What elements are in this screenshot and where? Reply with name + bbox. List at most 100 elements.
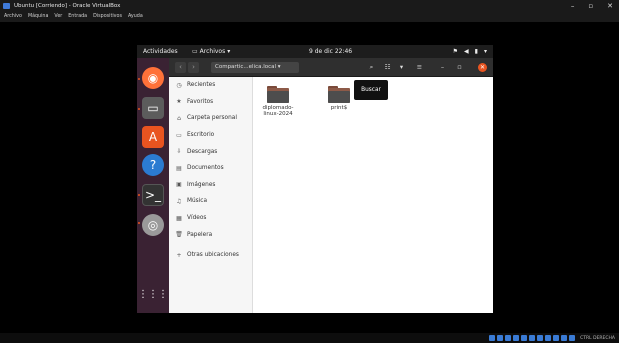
files-icon[interactable]: ▭ <box>142 97 164 119</box>
running-indicator <box>138 194 140 196</box>
download-icon: ⇩ <box>176 148 182 156</box>
sidebar-item-label: Favoritos <box>187 98 214 105</box>
sidebar-item-label: Música <box>187 198 208 205</box>
home-icon: ⌂ <box>177 114 181 122</box>
files-headerbar: ‹ › Compartic...elica.local ▾ ⌕ ☷ ▾ ≡ – … <box>169 58 493 77</box>
folder-icon <box>267 86 289 103</box>
running-indicator <box>138 78 140 80</box>
network-icon: ⚑ <box>452 48 459 55</box>
path-label: Compartic...elica.local <box>215 64 277 70</box>
sidebar-item-imagenes[interactable]: ▣ Imágenes <box>169 177 252 194</box>
places-sidebar: ◷ Recientes ★ Favoritos ⌂ Carpeta person… <box>169 77 253 313</box>
minimize-icon[interactable]: – <box>436 62 449 73</box>
usb-icon[interactable] <box>521 335 528 341</box>
sidebar-item-recientes[interactable]: ◷ Recientes <box>169 77 252 94</box>
sidebar-item-label: Vídeos <box>187 215 207 222</box>
star-icon: ★ <box>176 98 182 106</box>
help-icon[interactable]: ? <box>142 154 164 176</box>
maximize-icon[interactable]: ▫ <box>588 0 593 12</box>
show-apps-icon[interactable]: ⋮⋮⋮ <box>138 283 168 305</box>
menu-ver[interactable]: Ver <box>54 12 62 22</box>
view-toggle-icon[interactable]: ☷ <box>381 62 394 73</box>
close-icon[interactable]: ✕ <box>478 63 487 72</box>
sidebar-item-label: Imágenes <box>187 181 216 188</box>
dock: ◉ ▭ A ? >_ ◎ ⋮⋮⋮ <box>137 58 169 313</box>
plus-icon: + <box>176 251 182 259</box>
chevron-down-icon: ▾ <box>483 48 487 55</box>
search-tooltip: Buscar <box>354 80 388 100</box>
network-icon[interactable] <box>513 335 520 341</box>
file-view[interactable]: diplomado- linux-2024 print$ <box>253 77 493 313</box>
sidebar-item-favoritos[interactable]: ★ Favoritos <box>169 94 252 111</box>
firefox-icon[interactable]: ◉ <box>142 67 164 89</box>
recording-icon[interactable] <box>545 335 552 341</box>
keyboard-icon[interactable] <box>569 335 576 341</box>
mouse-integration-icon[interactable] <box>561 335 568 341</box>
maximize-icon[interactable]: ▫ <box>453 62 466 73</box>
search-icon[interactable]: ⌕ <box>365 62 378 73</box>
shared-folders-icon[interactable] <box>529 335 536 341</box>
sidebar-item-otras-ubicaciones[interactable]: + Otras ubicaciones <box>169 247 252 264</box>
chevron-down-icon: ▾ <box>227 48 231 55</box>
files-window: ‹ › Compartic...elica.local ▾ ⌕ ☷ ▾ ≡ – … <box>169 58 493 313</box>
audio-icon[interactable] <box>505 335 512 341</box>
file-item[interactable]: diplomado- linux-2024 <box>257 86 299 117</box>
image-icon: ▣ <box>176 181 182 189</box>
document-icon: ▤ <box>176 164 182 172</box>
sidebar-item-escritorio[interactable]: ▭ Escritorio <box>169 127 252 144</box>
running-indicator <box>138 108 140 110</box>
battery-icon: ▮ <box>474 48 478 55</box>
minimize-icon[interactable]: – <box>571 0 575 12</box>
hard-disk-icon[interactable] <box>489 335 496 341</box>
file-label: print$ <box>330 105 348 111</box>
vbox-status-bar: CTRL DERECHA <box>0 333 619 343</box>
optical-drive-icon[interactable] <box>497 335 504 341</box>
sidebar-item-label: Carpeta personal <box>187 115 237 122</box>
menu-maquina[interactable]: Máquina <box>28 12 48 22</box>
close-icon[interactable]: ✕ <box>607 0 613 12</box>
back-button[interactable]: ‹ <box>175 62 186 73</box>
vbox-title-bar: Ubuntu [Corriendo] - Oracle VirtualBox –… <box>0 0 619 12</box>
sidebar-item-musica[interactable]: ♫ Música <box>169 193 252 210</box>
display-icon[interactable] <box>537 335 544 341</box>
forward-button[interactable]: › <box>188 62 199 73</box>
virtualbox-logo-icon <box>3 3 10 9</box>
host-key-label: CTRL DERECHA <box>580 335 615 341</box>
app-menu-files[interactable]: ▭ Archivos ▾ <box>192 45 230 58</box>
path-bar[interactable]: Compartic...elica.local ▾ <box>211 62 299 73</box>
system-menu[interactable]: ⚑ ◀ ▮ ▾ <box>453 45 487 58</box>
clock-icon: ◷ <box>176 81 182 89</box>
menu-ayuda[interactable]: Ayuda <box>128 12 143 22</box>
window-title: Ubuntu [Corriendo] - Oracle VirtualBox <box>14 3 121 9</box>
sidebar-item-documentos[interactable]: ▤ Documentos <box>169 160 252 177</box>
menu-dispositivos[interactable]: Dispositivos <box>93 12 122 22</box>
view-options-chevron-icon[interactable]: ▾ <box>395 62 408 73</box>
sidebar-item-label: Descargas <box>187 148 218 155</box>
ubuntu-desktop: Actividades ▭ Archivos ▾ 9 de dic 22:46 … <box>137 45 493 313</box>
software-center-icon[interactable]: A <box>142 126 164 148</box>
menu-entrada[interactable]: Entrada <box>68 12 87 22</box>
volume-icon: ◀ <box>464 48 469 55</box>
sidebar-item-papelera[interactable]: 🗑 Papelera <box>169 226 252 243</box>
music-icon: ♫ <box>176 197 182 205</box>
vbox-menu-bar: Archivo Máquina Ver Entrada Dispositivos… <box>0 12 619 22</box>
sidebar-item-descargas[interactable]: ⇩ Descargas <box>169 143 252 160</box>
sidebar-item-carpeta-personal[interactable]: ⌂ Carpeta personal <box>169 110 252 127</box>
clock[interactable]: 9 de dic 22:46 <box>309 45 352 58</box>
chevron-down-icon: ▾ <box>277 64 281 70</box>
sidebar-item-label: Otras ubicaciones <box>187 252 239 259</box>
terminal-icon[interactable]: >_ <box>142 184 164 206</box>
activities-button[interactable]: Actividades <box>143 45 178 58</box>
optical-disc-icon[interactable]: ◎ <box>142 214 164 236</box>
video-icon: ▦ <box>176 214 182 222</box>
folder-icon <box>328 86 350 103</box>
file-label: diplomado- linux-2024 <box>262 105 294 117</box>
sidebar-item-videos[interactable]: ▦ Vídeos <box>169 210 252 227</box>
cpu-icon[interactable] <box>553 335 560 341</box>
menu-archivo[interactable]: Archivo <box>4 12 22 22</box>
trash-icon: 🗑 <box>175 231 183 239</box>
app-menu-label: Archivos <box>199 48 226 55</box>
menu-icon[interactable]: ≡ <box>413 62 426 73</box>
sidebar-item-label: Recientes <box>187 82 216 89</box>
sidebar-item-label: Documentos <box>187 165 224 172</box>
